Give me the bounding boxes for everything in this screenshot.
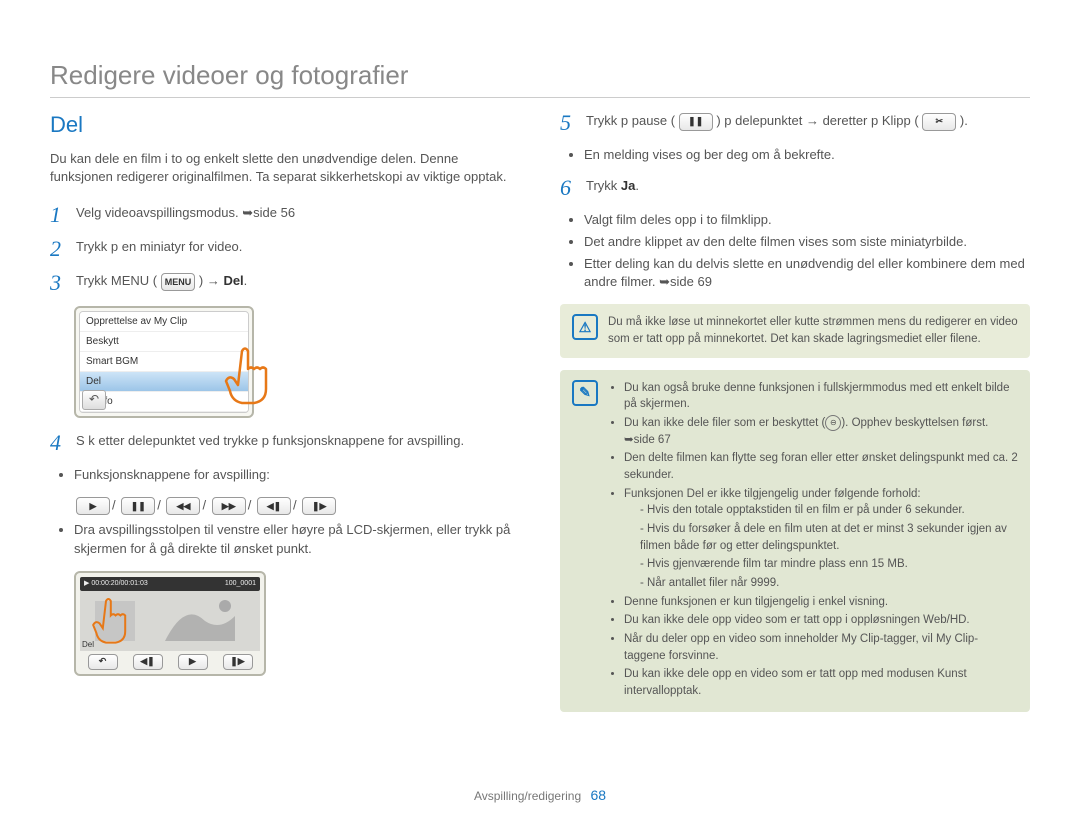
fast-forward-icon: ▶▶ (212, 497, 246, 515)
step-2: 2 Trykk p en miniatyr for video. (50, 238, 520, 260)
step-number: 4 (50, 432, 68, 454)
step-6-bold: Ja (621, 178, 635, 193)
step-1-ref: ➥side 56 (242, 205, 295, 220)
player-label: Del (82, 640, 94, 649)
step-3-pre: Trykk MENU ( (76, 273, 157, 288)
step-3-tail: . (244, 273, 248, 288)
lock-icon: ⊖ (825, 415, 841, 431)
back-icon: ↶ (82, 390, 106, 410)
player-illustration: ▶ 00:00:20/00:01:03 100_0001 Del ↶ (74, 571, 266, 676)
step-1-text: Velg videoavspillingsmodus. (76, 205, 239, 220)
rewind-icon: ◀◀ (166, 497, 200, 515)
step-4-bullet-2: Dra avspillingsstolpen til venstre eller… (74, 521, 520, 559)
step-3-arrow: ) → (199, 273, 224, 288)
step-5-post: ). (960, 113, 968, 128)
step-5-pre: Trykk p pause ( (586, 113, 679, 128)
touch-hand-icon (222, 346, 272, 406)
step-number: 6 (560, 177, 578, 199)
step-6-bullet: Det andre klippet av den delte filmen vi… (584, 233, 1030, 252)
menu-illustration: Opprettelse av My Clip Beskytt Smart BGM… (74, 306, 254, 418)
cut-icon: ✂ (922, 113, 956, 131)
step-3: 3 Trykk MENU ( MENU ) → Del. (50, 272, 520, 294)
menu-item: Opprettelse av My Clip (80, 312, 248, 332)
info-icon: ✎ (572, 380, 598, 406)
menu-button-icon: MENU (161, 273, 196, 291)
play-icon: ▶ (76, 497, 110, 515)
info-subitem: Hvis du forsøker å dele en film uten at … (640, 521, 1018, 554)
info-subitem: Når antallet filer når 9999. (640, 575, 1018, 592)
step-1: 1 Velg videoavspillingsmodus. ➥side 56 (50, 204, 520, 226)
step-6-bullet: Etter deling kan du delvis slette en unø… (584, 255, 1030, 293)
step-6-pre: Trykk (586, 178, 621, 193)
back-icon: ↶ (88, 654, 118, 670)
info-item: Du kan også bruke denne funksjonen i ful… (624, 380, 1018, 413)
step-number: 2 (50, 238, 68, 260)
step-2-text: Trykk p en miniatyr for video. (76, 238, 242, 260)
step-5: 5 Trykk p pause ( ❚❚ ) p delepunktet → d… (560, 112, 1030, 134)
frame-forward-icon: ❚▶ (223, 654, 253, 670)
step-number: 1 (50, 204, 68, 226)
info-item: Du kan ikke dele filer som er beskyttet … (624, 415, 1018, 448)
info-item: Den delte filmen kan flytte seg foran el… (624, 450, 1018, 483)
info-item: Du kan ikke dele opp video som er tatt o… (624, 612, 1018, 629)
play-icon: ▶ (178, 654, 208, 670)
playback-buttons-row: ▶/ ❚❚/ ◀◀/ ▶▶/ ◀❚/ ❚▶ (74, 497, 520, 515)
warning-icon: ⚠ (572, 314, 598, 340)
info-item: Når du deler opp en video som inneholder… (624, 631, 1018, 664)
step-6: 6 Trykk Ja. (560, 177, 1030, 199)
player-time: ▶ 00:00:20/00:01:03 (84, 577, 148, 591)
frame-back-icon: ◀❚ (257, 497, 291, 515)
step-number: 5 (560, 112, 578, 134)
page-title: Redigere videoer og fotografier (50, 60, 1030, 98)
warning-text: Du må ikke løse ut minnekortet eller kut… (608, 314, 1018, 347)
page-number: 68 (590, 787, 606, 803)
pause-icon: ❚❚ (679, 113, 713, 131)
step-6-bullet: Valgt film deles opp i to filmklipp. (584, 211, 1030, 230)
info-box: ✎ Du kan også bruke denne funksjonen i f… (560, 370, 1030, 712)
step-3-bold: Del (223, 273, 243, 288)
step-4-text: S k etter delepunktet ved trykke p funks… (76, 432, 464, 454)
step-4-bullet-lead: Funksjonsknappene for avspilling: (74, 466, 520, 485)
info-item: Du kan ikke dele opp en video som er tat… (624, 666, 1018, 699)
player-file: 100_0001 (225, 577, 256, 591)
step-4: 4 S k etter delepunktet ved trykke p fun… (50, 432, 520, 454)
step-6-post: . (635, 178, 639, 193)
frame-back-icon: ◀❚ (133, 654, 163, 670)
info-item: Denne funksjonen er kun tilgjengelig i e… (624, 594, 1018, 611)
info-item: Funksjonen Del er ikke tilgjengelig unde… (624, 486, 1018, 592)
info-subitem: Hvis den totale opptakstiden til en film… (640, 502, 1018, 519)
touch-hand-icon (90, 596, 130, 646)
page-footer: Avspilling/redigering 68 (0, 787, 1080, 803)
footer-label: Avspilling/redigering (474, 789, 581, 803)
intro-text: Du kan dele en film i to og enkelt slett… (50, 150, 520, 186)
step-5-bullet: En melding vises og ber deg om å bekreft… (584, 146, 1030, 165)
pause-icon: ❚❚ (121, 497, 155, 515)
warning-box: ⚠ Du må ikke løse ut minnekortet eller k… (560, 304, 1030, 357)
step-number: 3 (50, 272, 68, 294)
frame-forward-icon: ❚▶ (302, 497, 336, 515)
player-controls: ↶ ◀❚ ▶ ❚▶ (80, 654, 260, 670)
step-5-mid: ) p delepunktet → deretter p Klipp ( (716, 113, 922, 128)
info-subitem: Hvis gjenværende film tar mindre plass e… (640, 556, 1018, 573)
section-heading-del: Del (50, 112, 520, 138)
